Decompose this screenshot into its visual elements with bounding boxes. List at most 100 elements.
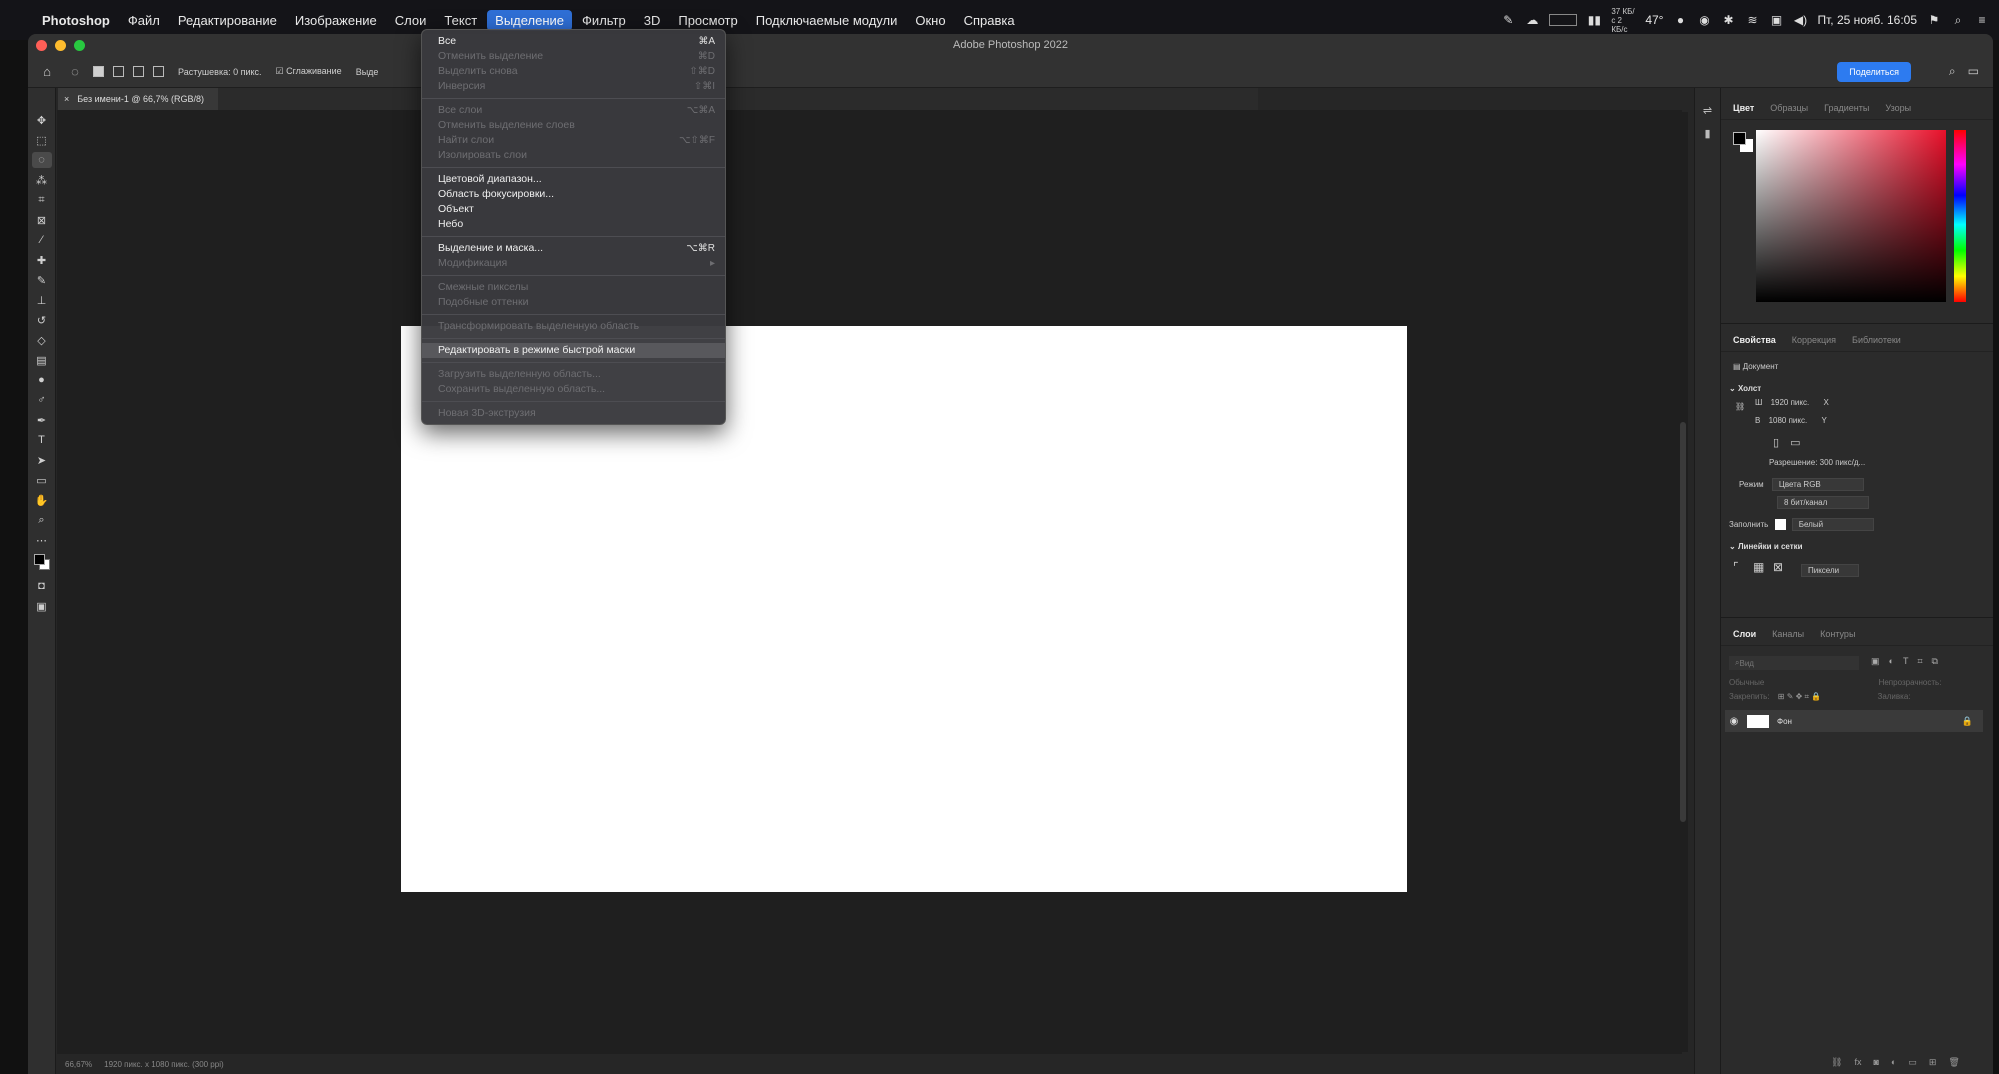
select-menu-item[interactable]: Объект: [422, 202, 725, 217]
menubar-clock[interactable]: Пт, 25 нояб. 16:05: [1817, 13, 1917, 27]
cloud-sync-icon[interactable]: ☁: [1525, 13, 1539, 27]
close-tab-icon[interactable]: ×: [64, 94, 69, 104]
crop-tool-icon[interactable]: ⌗: [32, 192, 52, 208]
menu-app-photoshop[interactable]: Photoshop: [34, 10, 118, 31]
spotlight-search-icon[interactable]: ⌕: [1951, 13, 1965, 27]
layer-filter-search[interactable]: ⌕ Вид: [1729, 656, 1859, 670]
canvas-workarea[interactable]: [57, 110, 1682, 1074]
more-tools-icon[interactable]: ⋯: [32, 532, 52, 548]
mode-dropdown[interactable]: Цвета RGB: [1771, 478, 1864, 491]
frame-tool-icon[interactable]: ⊠: [32, 212, 52, 228]
adjustment-layer-icon[interactable]: ◐: [1891, 1057, 1896, 1068]
zoom-window-button[interactable]: [74, 39, 85, 51]
add-to-selection-button[interactable]: [113, 66, 124, 77]
history-panel-icon[interactable]: ⇌: [1703, 104, 1712, 117]
color-panel-swatches[interactable]: [1733, 132, 1755, 154]
color-swatches[interactable]: [32, 552, 52, 574]
clone-stamp-tool-icon[interactable]: ⊥: [32, 292, 52, 308]
menu-plugins[interactable]: Подключаемые модули: [748, 10, 906, 31]
tab-properties[interactable]: Свойства: [1733, 335, 1776, 345]
select-menu-item[interactable]: Небо: [422, 217, 725, 232]
tab-libraries[interactable]: Библиотеки: [1852, 335, 1901, 345]
canvas-section-header[interactable]: ⌄ Холст: [1729, 384, 1761, 393]
subtract-from-selection-button[interactable]: [133, 66, 144, 77]
display-icon[interactable]: [1549, 14, 1578, 26]
color-panel-foreground[interactable]: [1733, 132, 1746, 145]
landscape-orientation-icon[interactable]: ▭: [1790, 437, 1800, 449]
intersect-selection-button[interactable]: [153, 66, 164, 77]
pixel-filter-icon[interactable]: ▣: [1871, 656, 1880, 667]
move-tool-icon[interactable]: ✥: [32, 112, 52, 128]
menu-image[interactable]: Изображение: [287, 10, 385, 31]
menu-file[interactable]: Файл: [120, 10, 168, 31]
tab-patterns[interactable]: Узоры: [1885, 103, 1911, 113]
eye-icon[interactable]: ◉: [1725, 716, 1743, 727]
shape-filter-icon[interactable]: ⌗: [1917, 656, 1922, 667]
network-speed[interactable]: 37 КБ/с 2 КБ/с: [1611, 7, 1635, 34]
height-field[interactable]: 1080 пикс.: [1769, 416, 1808, 425]
flag-icon[interactable]: ⚑: [1927, 13, 1941, 27]
units-dropdown[interactable]: Пиксели: [1801, 564, 1859, 577]
minimize-window-button[interactable]: [55, 39, 66, 51]
zoom-tool-icon[interactable]: ⌕: [32, 512, 52, 528]
rectangle-tool-icon[interactable]: ▭: [32, 472, 52, 488]
workspace-icon[interactable]: ▭: [1968, 64, 1979, 79]
menu-edit[interactable]: Редактирование: [170, 10, 285, 31]
search-icon[interactable]: ⌕: [1949, 64, 1956, 79]
type-tool-icon[interactable]: T: [32, 432, 52, 448]
menu-view[interactable]: Просмотр: [670, 10, 745, 31]
feather-field[interactable]: Растушевка: 0 пикс.: [178, 67, 262, 77]
document-tab[interactable]: × Без имени-1 @ 66,7% (RGB/8): [58, 88, 218, 110]
layer-style-icon[interactable]: fx: [1854, 1057, 1861, 1068]
path-selection-tool-icon[interactable]: ➤: [32, 452, 52, 468]
fill-color-swatch[interactable]: [1774, 519, 1786, 531]
eraser-tool-icon[interactable]: ◇: [32, 332, 52, 348]
scrollbar-thumb[interactable]: [1680, 422, 1686, 822]
bit-depth-dropdown[interactable]: 8 бит/канал: [1777, 496, 1869, 509]
volume-icon[interactable]: ◀): [1793, 13, 1807, 27]
messenger-icon[interactable]: ◉: [1697, 13, 1711, 27]
quick-mask-icon[interactable]: ◘: [32, 578, 52, 594]
adjustment-filter-icon[interactable]: ◐: [1889, 656, 1894, 667]
menu-layers[interactable]: Слои: [387, 10, 435, 31]
hand-tool-icon[interactable]: ✋: [32, 492, 52, 508]
pen-tool-icon[interactable]: ✒: [32, 412, 52, 428]
anti-alias-checkbox[interactable]: ☑ Сглаживание: [276, 66, 342, 77]
width-field[interactable]: 1920 пикс.: [1771, 398, 1810, 407]
control-center-icon[interactable]: ≡: [1975, 13, 1989, 27]
select-menu-item[interactable]: Редактировать в режиме быстрой маски: [422, 343, 725, 358]
fill-dropdown[interactable]: Белый: [1791, 518, 1874, 531]
tab-swatches[interactable]: Образцы: [1770, 103, 1808, 113]
wifi-icon[interactable]: ≋: [1745, 13, 1759, 27]
layer-row-background[interactable]: ◉ Фон 🔒: [1725, 710, 1983, 732]
eyedropper-tool-icon[interactable]: ⁄: [32, 232, 52, 248]
marquee-tool-icon[interactable]: ⬚: [32, 132, 52, 148]
tab-layers[interactable]: Слои: [1733, 629, 1756, 639]
history-brush-tool-icon[interactable]: ↺: [32, 312, 52, 328]
new-group-icon[interactable]: ▭: [1908, 1057, 1917, 1068]
ruler-icon[interactable]: ⌜: [1733, 560, 1739, 574]
tab-channels[interactable]: Каналы: [1772, 629, 1804, 639]
select-menu-item[interactable]: Все ⌘A: [422, 34, 725, 49]
hue-slider[interactable]: [1954, 130, 1966, 302]
keyboard-layout-icon[interactable]: ▣: [1769, 13, 1783, 27]
link-dimensions-icon[interactable]: ⛓: [1735, 402, 1745, 411]
tab-color[interactable]: Цвет: [1733, 103, 1754, 113]
new-selection-mode-button[interactable]: [93, 66, 104, 77]
blend-mode-dropdown[interactable]: Обычные: [1729, 678, 1764, 687]
menu-select[interactable]: Выделение: [487, 9, 573, 31]
lock-icons[interactable]: ⊞ ✎ ✥ ⌗ 🔒: [1778, 692, 1821, 701]
add-mask-icon[interactable]: ◙: [1873, 1057, 1878, 1068]
healing-brush-tool-icon[interactable]: ✚: [32, 252, 52, 268]
layer-name[interactable]: Фон: [1777, 717, 1792, 726]
cpu-monitor-icon[interactable]: ▮▮: [1587, 13, 1601, 27]
rulers-section-header[interactable]: ⌄ Линейки и сетки: [1729, 542, 1803, 551]
close-window-button[interactable]: [36, 39, 47, 51]
pen-tablet-icon[interactable]: ✎: [1501, 13, 1515, 27]
select-menu-item[interactable]: Выделение и маска... ⌥⌘R: [422, 241, 725, 256]
share-button[interactable]: Поделиться: [1837, 62, 1911, 82]
type-filter-icon[interactable]: T: [1903, 656, 1909, 667]
new-layer-icon[interactable]: ⊞: [1929, 1057, 1937, 1068]
temperature-readout[interactable]: 47°: [1645, 13, 1663, 27]
blur-tool-icon[interactable]: ●: [32, 372, 52, 388]
